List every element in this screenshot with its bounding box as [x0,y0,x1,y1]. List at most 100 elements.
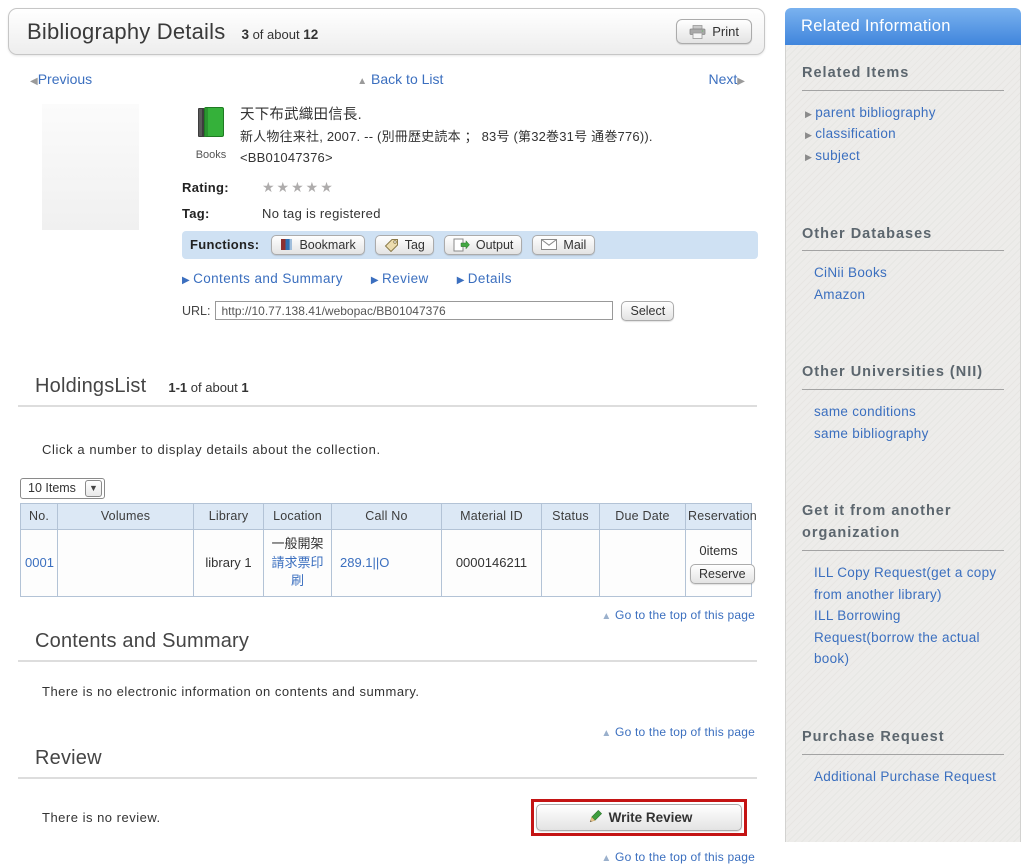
related-information-panel: Related Information Related Items ▶paren… [785,8,1021,842]
bookmark-button[interactable]: Bookmark [271,235,364,255]
bibliography-block: Books 天下布武織田信長. 新人物往来社, 2007. -- (別冊歴史読本… [0,104,775,321]
link-arrow-icon: ▶ [805,152,812,162]
print-button[interactable]: Print [676,19,752,44]
book-title: 天下布武織田信長. [240,104,653,127]
link-arrow-icon: ▶ [805,130,812,140]
previous-label: Previous [38,71,92,87]
other-universities-section: Other Universities (NII) same conditions… [802,362,1004,444]
go-to-top-link[interactable]: ▲ Go to the top of this page [601,608,755,622]
print-button-label: Print [712,24,739,39]
anchor-arrow-icon: ▶ [182,275,190,286]
review-rule [18,777,757,779]
mail-button[interactable]: Mail [532,235,595,255]
anchor-details[interactable]: ▶Details [457,271,512,286]
go-to-top-link[interactable]: ▲ Go to the top of this page [601,850,755,864]
functions-label: Functions: [190,237,259,252]
col-location: Location [264,503,332,529]
sidebar-link-subject[interactable]: ▶subject [802,145,1004,167]
next-label: Next [709,71,738,87]
main-content: Bibliography Details 3 of about 12 Print… [0,0,775,864]
tag-button[interactable]: Tag [375,235,434,255]
reserve-button[interactable]: Reserve [690,564,755,584]
go-to-top-link[interactable]: ▲ Go to the top of this page [601,725,755,739]
holdings-section-heading: HoldingsList 1-1 of about 1 [35,375,775,398]
anchor-details-label: Details [468,271,512,286]
sidebar-link-cinii-books[interactable]: CiNii Books [802,262,1004,284]
holding-no-link[interactable]: 0001 [25,555,54,570]
holding-library: library 1 [194,529,264,597]
other-universities-heading: Other Universities (NII) [802,362,1004,390]
chevron-down-icon: ▼ [85,480,102,497]
sidebar-link-additional-purchase-request[interactable]: Additional Purchase Request [802,766,1004,788]
sidebar-link-amazon[interactable]: Amazon [802,284,1004,306]
up-arrow-icon: ▲ [601,853,611,864]
reservation-count: 0items [690,542,747,561]
output-button[interactable]: Output [444,235,523,255]
tag-label: Tag: [182,206,262,221]
sidebar-link-label: subject [815,148,860,163]
bookmark-button-label: Bookmark [299,238,355,252]
mail-icon [541,239,557,250]
related-items-section: Related Items ▶parent bibliography ▶clas… [802,63,1004,167]
holdings-hint: Click a number to display details about … [42,442,775,457]
holdings-total: 1 [241,380,248,395]
next-link[interactable]: Next▶ [709,71,746,87]
back-to-list-link[interactable]: ▲ Back to List [357,71,443,87]
write-review-button[interactable]: Write Review [536,804,742,831]
title-bar: Bibliography Details 3 of about 12 Print [8,8,765,55]
holdings-header-row: No. Volumes Library Location Call No Mat… [21,503,752,529]
holdings-count: 1-1 of about 1 [168,380,248,395]
sidebar-link-label: parent bibliography [815,105,936,120]
url-input[interactable] [215,301,613,320]
holdings-of-about: of about [191,380,238,395]
output-button-label: Output [476,238,514,252]
up-arrow-icon: ▲ [601,728,611,739]
book-bib-id: <BB01047376> [240,148,653,169]
go-top-label: Go to the top of this page [615,725,755,739]
other-databases-section: Other Databases CiNii Books Amazon [802,224,1004,306]
previous-link[interactable]: ◀Previous [30,71,92,87]
sidebar-link-parent-bibliography[interactable]: ▶parent bibliography [802,102,1004,124]
url-select-label: Select [630,304,665,318]
page-title: Bibliography Details [27,19,225,45]
result-navigation: ◀Previous ▲ Back to List Next▶ [30,71,745,87]
tag-value: No tag is registered [262,206,381,221]
call-slip-print-link[interactable]: 請求票印刷 [271,555,323,589]
review-row: There is no review. Write Review [0,799,775,836]
col-material-id: Material ID [442,503,542,529]
anchor-contents-and-summary[interactable]: ▶Contents and Summary [182,271,343,286]
result-position: 3 [241,27,249,42]
sidebar-link-same-bibliography[interactable]: same bibliography [802,423,1004,445]
url-select-button[interactable]: Select [621,301,674,321]
contents-summary-rule [18,660,757,662]
write-review-label: Write Review [609,810,693,825]
anchor-contents-label: Contents and Summary [193,271,343,286]
col-library: Library [194,503,264,529]
printer-icon [689,25,706,39]
anchor-review-label: Review [382,271,429,286]
functions-bar: Functions: Bookmark Tag Output Mail [182,231,758,259]
go-top-label: Go to the top of this page [615,608,755,622]
holding-status [542,529,600,597]
col-status: Status [542,503,600,529]
related-items-heading: Related Items [802,63,1004,91]
url-row: URL: Select [182,301,775,321]
sidebar-body: Related Items ▶parent bibliography ▶clas… [785,45,1021,842]
review-title: Review [35,747,102,770]
sidebar-link-label: classification [815,126,896,141]
mail-button-label: Mail [563,238,586,252]
holdings-row: 0001 library 1 一般開架請求票印刷 289.1||O 000014… [21,529,752,597]
holding-location: 一般開架 [271,536,323,551]
sidebar-link-ill-borrowing-request[interactable]: ILL Borrowing Request(borrow the actual … [802,605,1004,670]
tag-icon [384,238,399,252]
anchor-review[interactable]: ▶Review [371,271,429,286]
rating-label: Rating: [182,180,262,195]
sidebar-link-classification[interactable]: ▶classification [802,123,1004,145]
sidebar-link-same-conditions[interactable]: same conditions [802,401,1004,423]
holdings-rule [18,405,757,407]
get-from-another-organization-section: Get it from another organization ILL Cop… [802,501,1004,669]
sidebar-link-ill-copy-request[interactable]: ILL Copy Request(get a copy from another… [802,562,1004,605]
holding-call-no-link[interactable]: 289.1||O [340,555,389,570]
link-arrow-icon: ▶ [805,109,812,119]
items-per-page-select[interactable]: 10 Items ▼ [20,478,105,499]
